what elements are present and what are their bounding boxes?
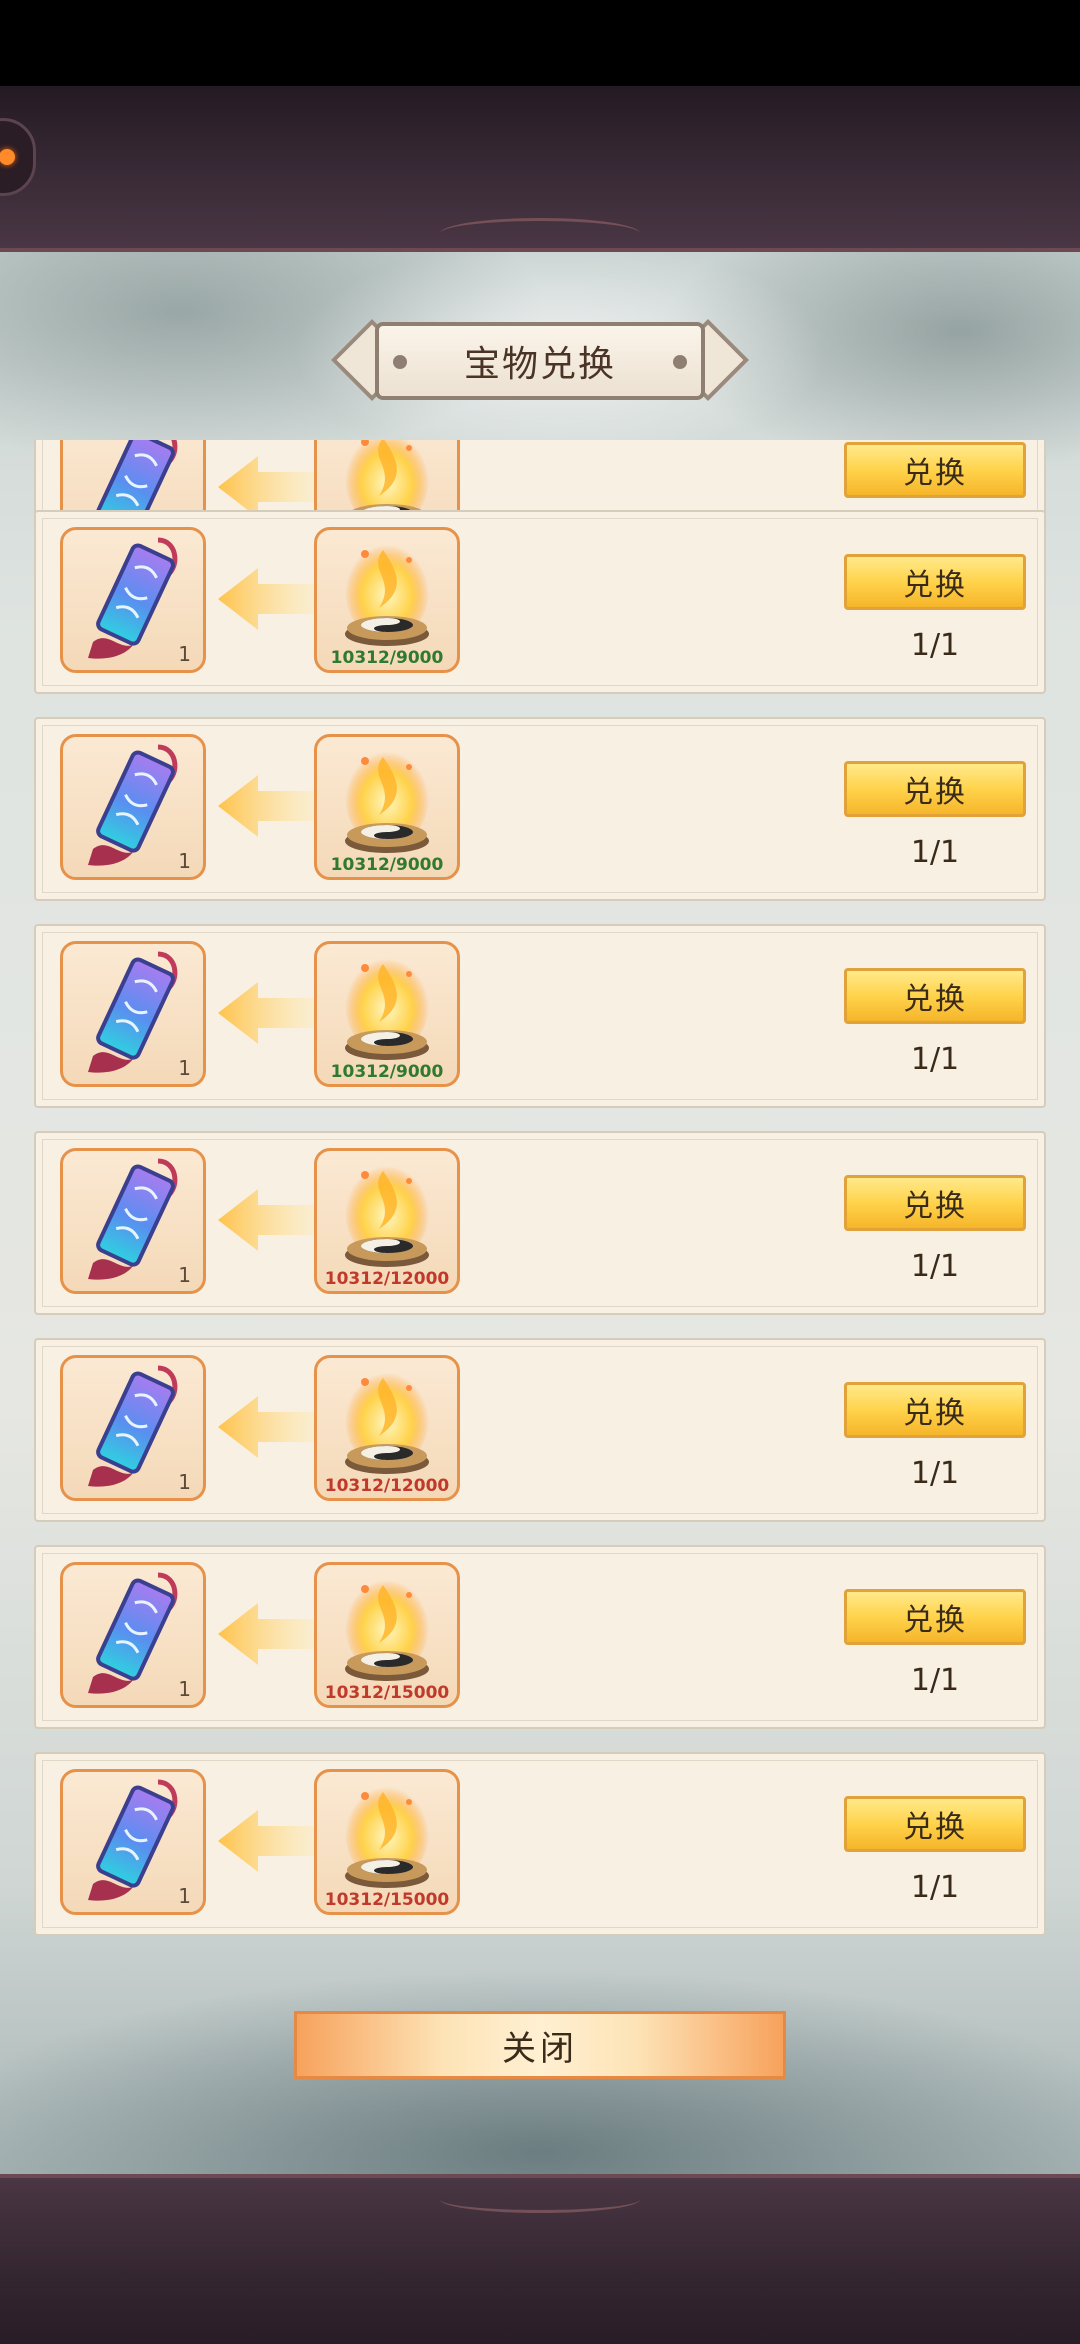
- exchange-row: 1 10312/15000 兑换 1/1: [34, 1752, 1046, 1936]
- exchange-limit: 1/1: [910, 1042, 960, 1077]
- title-plate: 宝物兑换: [375, 322, 705, 400]
- exchange-button[interactable]: 兑换: [844, 442, 1026, 498]
- cost-progress: 10312/12000: [324, 1476, 450, 1496]
- cost-slot[interactable]: 10312/12000: [314, 1148, 460, 1294]
- exchange-row: 1 10312/9000 兑换 1/1: [34, 924, 1046, 1108]
- exchange-limit: 1/1: [910, 1456, 960, 1491]
- exchange-button[interactable]: 兑换: [844, 761, 1026, 817]
- cost-progress: 10312/12000: [324, 1269, 450, 1289]
- reward-qty: 1: [178, 849, 191, 873]
- exchange-button[interactable]: 兑换: [844, 1382, 1026, 1438]
- reward-slot[interactable]: 1: [60, 1769, 206, 1915]
- exchange-button[interactable]: 兑换: [844, 1589, 1026, 1645]
- arrow-left-icon: [216, 978, 326, 1048]
- arrow-left-icon: [216, 771, 326, 841]
- exchange-limit: 1/1: [910, 835, 960, 870]
- exchange-button[interactable]: 兑换: [844, 1796, 1026, 1852]
- exchange-button[interactable]: 兑换: [844, 968, 1026, 1024]
- exchange-limit: 1/1: [910, 1870, 960, 1905]
- arrow-left-icon: [216, 1806, 326, 1876]
- reward-qty: 1: [178, 1677, 191, 1701]
- exchange-row: 1 10312/9000 兑换 1/1: [34, 717, 1046, 901]
- status-bar-area: [0, 0, 1080, 86]
- reward-slot[interactable]: 1: [60, 1148, 206, 1294]
- reward-slot[interactable]: 1: [60, 1355, 206, 1501]
- reward-qty: 1: [178, 1056, 191, 1080]
- bottom-ornament: [440, 2186, 640, 2213]
- plaque-dot: [673, 355, 687, 369]
- reward-slot[interactable]: 1: [60, 527, 206, 673]
- arrow-left-icon: [216, 1185, 326, 1255]
- top-frame: [0, 86, 1080, 252]
- page-title: 宝物兑换: [463, 344, 616, 385]
- exchange-row: 1 10312/12000 兑换 1/1: [34, 1131, 1046, 1315]
- reward-slot[interactable]: 1: [60, 734, 206, 880]
- reward-qty: 1: [178, 1884, 191, 1908]
- cost-slot[interactable]: 10312/15000: [314, 1769, 460, 1915]
- top-ornament: [440, 218, 640, 249]
- exchange-button[interactable]: 兑换: [844, 554, 1026, 610]
- arrow-left-icon: [216, 564, 326, 634]
- exchange-limit: 1/1: [910, 1249, 960, 1284]
- cost-slot[interactable]: 10312/15000: [314, 1562, 460, 1708]
- close-button[interactable]: 关闭: [294, 2011, 786, 2079]
- cost-progress: 10312/15000: [324, 1890, 450, 1910]
- cost-slot[interactable]: 10312/9000: [314, 941, 460, 1087]
- title-plaque: 宝物兑换: [330, 318, 750, 402]
- cost-progress: 10312/9000: [330, 855, 444, 875]
- reward-qty: 1: [178, 1470, 191, 1494]
- notification-dot-icon: [0, 149, 15, 165]
- reward-qty: 1: [178, 642, 191, 666]
- plaque-dot: [393, 355, 407, 369]
- exchange-row: 1 10312/9000 兑换 1/1: [34, 510, 1046, 694]
- cost-slot[interactable]: 10312/12000: [314, 1355, 460, 1501]
- exchange-limit: 1/1: [910, 628, 960, 663]
- reward-qty: 1: [178, 1263, 191, 1287]
- exchange-limit: 1/1: [910, 1663, 960, 1698]
- cost-progress: 10312/15000: [324, 1683, 450, 1703]
- cost-slot[interactable]: 10312/9000: [314, 734, 460, 880]
- cost-slot[interactable]: 10312/9000: [314, 527, 460, 673]
- cost-progress: 10312/9000: [330, 1062, 444, 1082]
- cost-progress: 10312/9000: [330, 648, 444, 668]
- exchange-row: 1 10312/15000 兑换 1/1: [34, 1545, 1046, 1729]
- exchange-button[interactable]: 兑换: [844, 1175, 1026, 1231]
- arrow-left-icon: [216, 1392, 326, 1462]
- reward-slot[interactable]: 1: [60, 941, 206, 1087]
- exchange-list[interactable]: 1 10312/6000 兑换 1/1: [0, 440, 1080, 1940]
- bottom-frame: [0, 2174, 1080, 2344]
- arrow-left-icon: [216, 1599, 326, 1669]
- reward-slot[interactable]: 1: [60, 1562, 206, 1708]
- exchange-row: 1 10312/12000 兑换 1/1: [34, 1338, 1046, 1522]
